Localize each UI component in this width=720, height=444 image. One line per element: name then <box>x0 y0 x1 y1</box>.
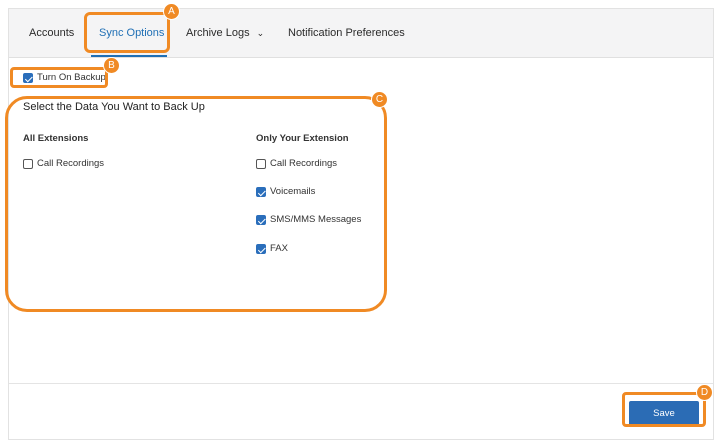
badge-b: B <box>103 57 120 74</box>
badge-c: C <box>371 91 388 108</box>
tab-archive-logs-label: Archive Logs <box>186 27 250 39</box>
tab-archive-logs[interactable]: Archive Logs ⌄ <box>186 9 264 57</box>
chevron-down-icon: ⌄ <box>256 28 265 39</box>
active-tab-indicator <box>91 55 167 57</box>
badge-d: D <box>696 384 713 401</box>
footer-divider <box>9 383 713 384</box>
tab-accounts[interactable]: Accounts <box>29 9 74 57</box>
highlight-c <box>5 96 387 312</box>
highlight-a <box>84 12 170 53</box>
badge-a: A <box>163 3 180 20</box>
tab-notification-preferences[interactable]: Notification Preferences <box>288 9 405 57</box>
highlight-d <box>622 392 706 427</box>
highlight-b <box>10 67 108 88</box>
